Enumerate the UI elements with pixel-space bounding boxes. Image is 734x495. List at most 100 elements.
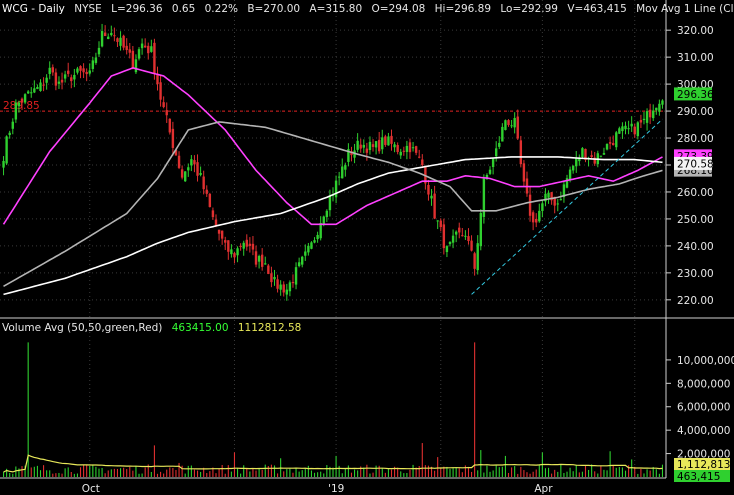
moving-average-line-gray [3,121,663,288]
candle-body [193,160,196,165]
candle-body [184,171,187,182]
candle-body [467,236,470,242]
candle-body [337,176,341,178]
candle-body [85,71,88,75]
candle-body [304,251,307,256]
candle-body [325,210,329,218]
candle-body [143,45,147,48]
candle-body [636,122,640,137]
candle-body [408,142,412,153]
candle-body [621,126,624,132]
candle-body [239,245,242,248]
candle-body [384,136,387,145]
candle-body [230,249,233,255]
candle-body [245,239,248,247]
candle-body [2,160,5,168]
candle-body [405,145,409,152]
exchange-label: NYSE [74,3,102,15]
candle-body [233,253,236,258]
candle-body [60,79,64,83]
price-tick-label: 320.00 [677,25,714,37]
candle-body [436,220,439,222]
candle-body [8,132,11,135]
volume-avg-tag: 1,112,813 [677,459,730,471]
candle-body [73,74,76,80]
candle-body [254,251,258,265]
candle-body [190,159,193,166]
candle-body [273,276,276,280]
candle-body [36,86,39,90]
candle-body [399,151,402,156]
candle-body [491,157,495,168]
candle-body [153,42,156,74]
candle-body [538,210,541,222]
candle-body [294,267,298,285]
candle-body [571,165,575,171]
symbol-label: WCG - Daily [2,3,65,15]
candle-body [418,156,421,158]
price-pane: 289.85 [0,0,666,478]
candle-body [23,94,27,103]
candle-body [227,240,230,252]
candle-body [473,253,476,269]
last-price: L=296.36 [111,3,163,15]
candle-body [196,162,199,176]
date-tick-label: Apr [534,483,553,495]
volume-tick-label: 4,000,000 [677,425,730,437]
candle-body [288,282,292,292]
candle-body [140,43,144,49]
price-tick-label: 240.00 [677,241,714,253]
candle-body [187,167,190,171]
candle-body [390,135,393,144]
candle-body [510,125,513,127]
candle-body [464,235,467,237]
candle-body [368,141,372,151]
candle-body [113,35,116,37]
candle-body [652,110,655,119]
candle-body [276,279,279,289]
candle-body [611,143,615,146]
change-percent: 0.22% [204,3,238,15]
candle-body [396,145,399,152]
candle-body [528,194,532,216]
candle-body [439,220,442,228]
candle-body [307,245,310,253]
candle-body [177,155,181,168]
candle-body [639,120,643,123]
candle-body [134,59,138,73]
candle-body [535,218,538,223]
candle-body [430,195,433,199]
candle-body [501,126,504,142]
candle-body [217,229,221,234]
ask-value: A=315.80 [309,3,363,15]
candle-body [488,169,492,174]
candle-body [494,148,498,157]
candle-body [519,140,523,165]
candle-body [267,265,270,274]
candle-body [328,195,332,211]
open-value: O=294.08 [371,3,426,15]
candle-body [608,142,612,144]
candle-body [599,155,603,157]
candle-body [442,224,446,249]
moving-average-line-white [3,156,663,296]
candle-body [448,241,452,245]
candle-body [301,256,304,265]
candle-body [248,243,252,246]
candle-body [279,284,282,290]
candle-body [624,125,627,130]
candle-body [648,109,652,118]
candle-body [131,50,135,69]
candle-body [531,212,535,223]
candle-body [260,254,264,267]
bid-value: B=270.00 [247,3,301,15]
candle-body [633,126,636,135]
candle-body [122,35,125,48]
candle-body [94,57,98,63]
date-tick-label: '19 [328,483,344,495]
candle-body [119,37,122,46]
candle-body [387,136,390,146]
price-tick-label: 290.00 [677,106,714,118]
candle-body [414,146,418,153]
candle-body [20,98,24,103]
